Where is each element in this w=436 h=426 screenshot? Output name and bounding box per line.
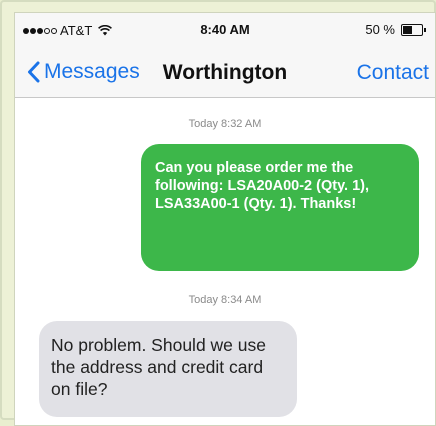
chevron-left-icon	[28, 61, 40, 83]
message-thread[interactable]: Today 8:32 AM Can you please order me th…	[15, 98, 435, 425]
status-bar: AT&T 8:40 AM 50 %	[15, 13, 435, 47]
contact-button[interactable]: Contact	[357, 61, 429, 85]
incoming-message-bubble[interactable]: No problem. Should we use the address an…	[39, 321, 297, 417]
battery-cap	[424, 27, 426, 32]
phone-screen: AT&T 8:40 AM 50 % Messages Worthington C…	[14, 12, 436, 426]
battery-status: 50 %	[365, 22, 427, 37]
outgoing-message-bubble[interactable]: Can you please order me the following: L…	[141, 144, 419, 271]
message-timestamp: Today 8:34 AM	[188, 294, 262, 306]
back-to-messages-button[interactable]: Messages	[27, 60, 140, 84]
battery-icon	[401, 23, 427, 36]
navigation-bar: Messages Worthington Contact	[15, 47, 435, 98]
message-timestamp: Today 8:32 AM	[188, 118, 262, 130]
battery-fill	[403, 25, 412, 34]
battery-percent: 50 %	[365, 22, 395, 37]
back-button-label: Messages	[44, 60, 140, 83]
